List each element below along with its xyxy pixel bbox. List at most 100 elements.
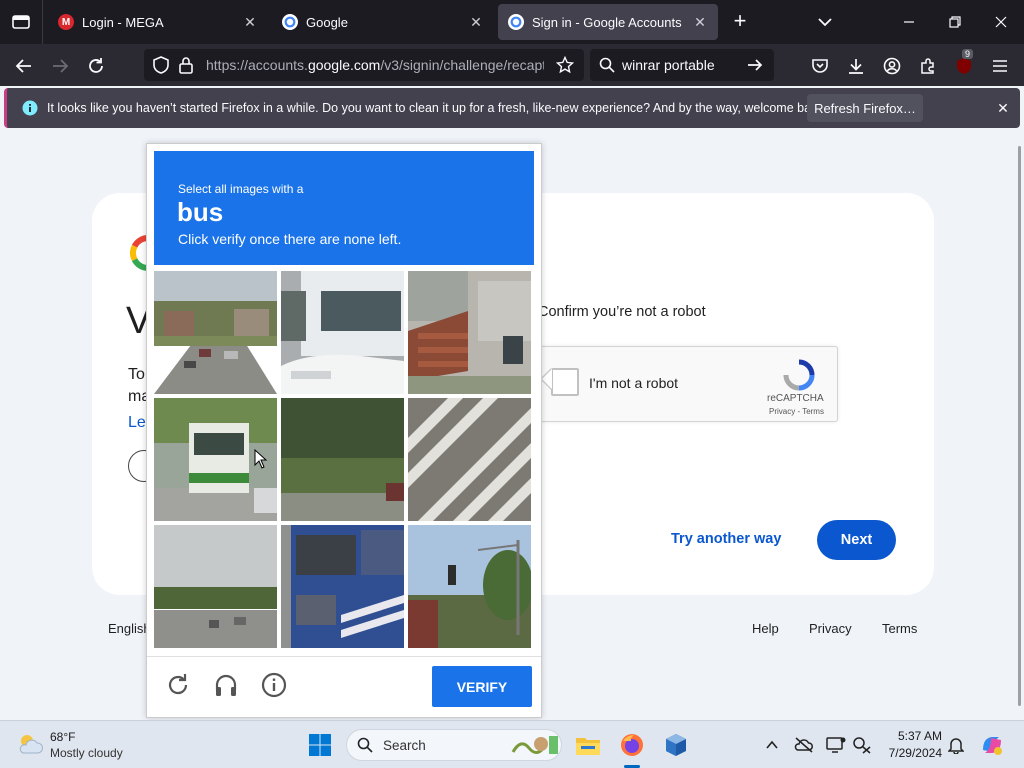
notification-text: It looks like you haven’t started Firefo… [47,101,828,115]
download-icon[interactable] [842,52,870,80]
tab-label: Login - MEGA [82,14,164,30]
shield-icon[interactable] [152,56,170,79]
tab-mega[interactable]: M Login - MEGA ✕ [48,4,268,40]
language-selector[interactable]: English [108,621,151,636]
challenge-subtext: Click verify once there are none left. [178,231,402,247]
captcha-tile[interactable] [281,271,404,394]
captcha-tile[interactable] [408,271,531,394]
copilot-icon[interactable] [976,729,1008,761]
mouse-cursor-icon [254,448,268,474]
virtualbox-icon[interactable] [660,729,692,761]
url-path: /v3/signin/challenge/recaptcha [380,57,544,73]
forward-arrow-icon[interactable] [46,52,74,80]
search-icon [599,57,615,78]
captcha-tile[interactable] [154,271,277,394]
close-tab-icon[interactable]: ✕ [468,14,484,31]
recaptcha-widget: I'm not a robot reCAPTCHA Privacy - Term… [540,346,838,422]
captcha-tile[interactable] [281,525,404,648]
clock-time[interactable]: 5:37 AM [882,729,942,743]
bell-icon[interactable] [946,735,966,755]
navigation-toolbar: https://accounts.google.com/v3/signin/ch… [0,44,1024,86]
cloud-off-icon[interactable] [794,735,814,755]
recaptcha-brand: reCAPTCHA [767,393,824,404]
address-bar[interactable]: https://accounts.google.com/v3/signin/ch… [144,49,584,81]
captcha-tile[interactable] [281,398,404,521]
refresh-firefox-button[interactable]: Refresh Firefox… [807,94,923,122]
network-off-icon[interactable] [852,735,872,755]
menu-icon[interactable] [986,52,1014,80]
extension-badge: 9 [962,49,974,59]
verify-button[interactable]: VERIFY [432,666,532,707]
search-bar[interactable]: winrar portable [590,49,774,81]
taskbar-search-placeholder: Search [383,738,426,753]
info-icon[interactable] [260,671,288,699]
challenge-instruction: Select all images with a [178,182,304,196]
confirm-text: Confirm you’re not a robot [538,304,706,320]
recaptcha-label: I'm not a robot [589,375,679,391]
restore-icon[interactable] [932,0,978,44]
new-tab-button[interactable]: + [728,10,752,34]
privacy-link[interactable]: Privacy [809,621,852,636]
taskbar: 68°F Mostly cloudy Search 5:37 AM 7/29/2… [0,720,1024,768]
next-button[interactable]: Next [817,520,896,560]
taskbar-search[interactable]: Search [346,729,562,761]
tab-sign-in[interactable]: Sign in - Google Accounts ✕ [498,4,718,40]
chevron-down-icon[interactable] [815,12,835,32]
search-icon [357,737,373,758]
popup-arrow-inner [542,369,552,389]
weather-temperature: 68°F [50,730,76,744]
minimize-icon[interactable] [886,0,932,44]
captcha-tile[interactable] [408,398,531,521]
weather-description: Mostly cloudy [50,746,123,760]
url-text[interactable]: https://accounts.google.com/v3/signin/ch… [206,57,544,73]
star-icon[interactable] [555,55,575,79]
reload-icon[interactable] [164,671,192,699]
url-prefix: https://accounts. [206,57,308,73]
search-input[interactable]: winrar portable [622,57,715,73]
info-icon [22,100,38,121]
try-another-way-button[interactable]: Try another way [671,531,781,547]
account-icon[interactable] [878,52,906,80]
clock-date[interactable]: 7/29/2024 [872,746,942,760]
extensions-icon[interactable] [914,52,942,80]
ublock-icon[interactable]: 9 [950,49,978,80]
terms-link[interactable]: Terms [882,621,917,636]
headphones-icon[interactable] [212,671,240,699]
captcha-tile[interactable] [408,525,531,648]
tab-separator [42,0,43,44]
challenge-target: bus [177,197,224,227]
firefox-icon[interactable] [616,729,648,761]
pocket-icon[interactable] [806,52,834,80]
google-icon [282,14,298,30]
mega-icon: M [58,14,74,30]
go-arrow-icon[interactable] [746,56,764,79]
tab-label: Google [306,14,348,30]
scrollbar[interactable] [1018,146,1021,706]
chevron-up-icon[interactable] [762,735,782,755]
recaptcha-checkbox[interactable] [551,368,579,396]
back-arrow-icon[interactable] [10,52,38,80]
windows-start-icon[interactable] [304,729,336,761]
challenge-header: Select all images with a bus Click verif… [154,151,534,265]
search-highlight-icon [511,732,559,763]
tab-google[interactable]: Google ✕ [272,4,494,40]
challenge-divider [147,656,541,657]
learn-more-link[interactable]: Le [128,412,146,434]
firefox-view-icon[interactable] [6,8,36,36]
help-link[interactable]: Help [752,621,779,636]
cloud-sun-icon[interactable] [16,731,44,757]
display-icon[interactable] [826,735,846,755]
close-icon[interactable]: ✕ [993,98,1013,118]
recaptcha-logo-icon [781,357,817,393]
lock-icon[interactable] [178,56,194,79]
captcha-tile[interactable] [154,525,277,648]
close-tab-icon[interactable]: ✕ [692,14,708,31]
tab-bar: M Login - MEGA ✕ Google ✕ Sign in - Goog… [0,0,1024,44]
file-explorer-icon[interactable] [572,729,604,761]
notification-bar: It looks like you haven’t started Firefo… [4,88,1020,128]
tab-label: Sign in - Google Accounts [532,14,682,30]
reload-icon[interactable] [82,52,110,80]
close-tab-icon[interactable]: ✕ [242,14,258,31]
recaptcha-links[interactable]: Privacy - Terms [769,407,824,416]
close-window-icon[interactable] [978,0,1024,44]
